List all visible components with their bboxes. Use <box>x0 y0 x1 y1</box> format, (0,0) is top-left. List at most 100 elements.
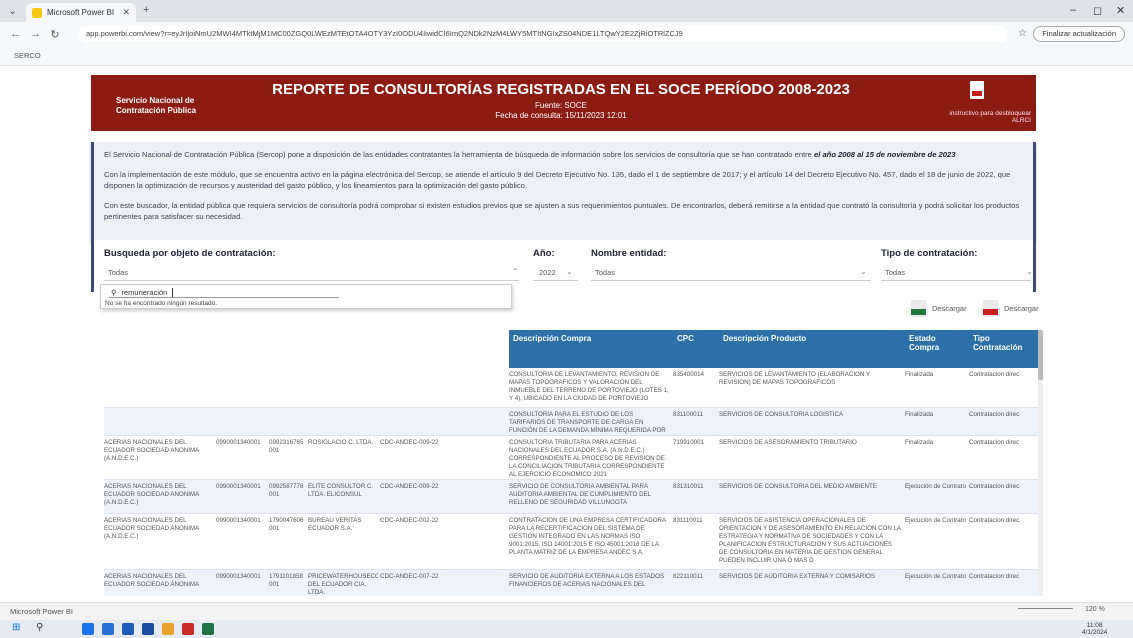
cell-producto: SERVICIOS DE CONSULTORIA DEL MEDIO AMBIE… <box>719 483 877 490</box>
table-row[interactable]: ACERIAS NACIONALES DEL ECUADOR SOCIEDAD … <box>104 570 1040 596</box>
chevron-down-icon[interactable]: ⌄ <box>566 267 573 276</box>
dropdown-search-input[interactable]: remuneración <box>122 288 168 297</box>
bookmark-item[interactable]: SERCO <box>14 51 41 60</box>
cell-tipo: Contratacion direc <box>969 483 1020 490</box>
col-cpc[interactable]: CPC <box>673 330 719 368</box>
back-icon[interactable]: ← <box>10 28 21 40</box>
info-paragraph-3: Con este buscador, la entidad pública qu… <box>104 200 1020 222</box>
taskbar-clock[interactable]: 11:08 4/1/2024 <box>1082 622 1107 636</box>
cell-cpc: 831100011 <box>673 411 704 418</box>
zoom-slider[interactable] <box>1018 608 1073 609</box>
col-descripcion-producto[interactable]: Descripción Producto <box>719 330 905 368</box>
cell-entidad: ACERIAS NACIONALES DEL ECUADOR SOCIEDAD … <box>104 517 199 540</box>
table-header: Descripción Compra CPC Descripción Produ… <box>104 330 1040 368</box>
cell-codigo: CDC-ANDEC-009-22 <box>380 439 439 446</box>
maximize-icon[interactable]: ◻ <box>1093 4 1102 17</box>
chrome-app-icon[interactable] <box>162 623 174 635</box>
cell-ruc_prov: 1791101858 001 <box>269 573 303 588</box>
cell-ruc_prov: 0992587778 001 <box>269 483 304 498</box>
cell-producto: SERVICIOS DE CONSULTORIA LOGISTICA <box>719 411 844 418</box>
cell-entidad <box>104 371 212 407</box>
reload-icon[interactable]: ↻ <box>50 28 60 41</box>
cell-desc: SERVICIO DE AUDITORIA EXTERNA A LOS ESTA… <box>509 573 665 588</box>
cell-ruc <box>216 371 266 407</box>
objeto-filter-label: Busqueda por objeto de contratación: <box>104 248 276 259</box>
chevron-up-icon[interactable]: ⌃ <box>512 267 519 276</box>
table-row[interactable]: ACERIAS NACIONALES DEL ECUADOR SOCIEDAD … <box>104 436 1040 480</box>
cell-ruc <box>216 411 266 435</box>
cell-cpc: 835400014 <box>673 371 704 378</box>
col-estado-compra[interactable]: Estado Compra <box>905 330 969 368</box>
cell-desc: SERVICIO DE CONSULTORIA AMBIENTAL PARA A… <box>509 483 651 506</box>
cell-producto: SERVICIOS DE ASESORAMIENTO TRIBUTARIO <box>719 439 857 446</box>
outlook-app-icon[interactable] <box>142 623 154 635</box>
no-results-message: No se ha encontrado ningún resultado. <box>105 300 218 307</box>
table-scrollbar[interactable] <box>1038 330 1043 596</box>
chevron-down-icon[interactable]: ⌄ <box>1026 267 1033 276</box>
table-row[interactable]: ACERIAS NACIONALES DEL ECUADOR SOCIEDAD … <box>104 514 1040 570</box>
cell-proveedor <box>308 371 378 407</box>
cell-ruc: 0990001340001 <box>216 439 261 446</box>
close-window-icon[interactable]: ✕ <box>1116 4 1125 17</box>
col-descripcion-compra[interactable]: Descripción Compra <box>509 330 673 368</box>
cell-tipo: Contratacion direc <box>969 517 1020 524</box>
forward-icon[interactable]: → <box>30 28 41 40</box>
download-pdf-button[interactable]: Descargar <box>983 300 1039 317</box>
browser-tab[interactable]: Microsoft Power BI ✕ <box>26 3 136 22</box>
cell-tipo: Contratacion direc <box>969 371 1020 378</box>
tipo-filter-underline <box>881 280 1031 281</box>
edge-app-icon[interactable] <box>82 623 94 635</box>
bookmark-star-icon[interactable]: ☆ <box>1018 28 1027 39</box>
powerbi-link[interactable]: Microsoft Power BI <box>10 607 73 616</box>
windows-start-icon[interactable]: ⊞ <box>12 622 20 633</box>
update-button[interactable]: Finalizar actualización <box>1033 26 1125 42</box>
windows-taskbar: ⊞ ⚲ 11:08 4/1/2024 <box>0 620 1133 638</box>
tipo-filter-value[interactable]: Todas <box>885 268 905 277</box>
col-tipo-contratacion[interactable]: Tipo Contratación <box>969 330 1040 368</box>
chevron-down-icon[interactable]: ⌄ <box>860 267 867 276</box>
cell-cpc: 822110011 <box>673 573 704 580</box>
anio-filter-value[interactable]: 2022 <box>539 268 556 277</box>
cell-proveedor: ROSIGLACIO C. LTDA. <box>308 439 374 446</box>
table-row[interactable]: ACERIAS NACIONALES DEL ECUADOR SOCIEDAD … <box>104 480 1040 514</box>
tab-title: Microsoft Power BI <box>47 8 115 17</box>
tab-list-icon[interactable]: ⌄ <box>8 4 17 17</box>
cell-codigo: CDC-ANDEC-007-22 <box>380 573 439 580</box>
store-app-icon[interactable] <box>102 623 114 635</box>
report-source: Fuente: SOCE <box>534 101 588 110</box>
cell-cpc: 719910001 <box>673 439 704 446</box>
download-excel-button[interactable]: Descargar <box>911 300 967 317</box>
info-box: El Servicio Nacional de Contratación Púb… <box>91 142 1036 240</box>
report-canvas: Servicio Nacional de Contratación Públic… <box>0 66 1133 602</box>
search-taskbar-icon[interactable]: ⚲ <box>36 622 43 633</box>
cell-codigo: CDC-ANDEC-002-22 <box>380 517 439 524</box>
search-underline <box>109 297 339 298</box>
objeto-filter-underline <box>104 280 519 281</box>
objeto-dropdown: ⚲ remuneración No se ha encontrado ningú… <box>100 284 512 309</box>
word-app-icon[interactable] <box>122 623 134 635</box>
cell-estado: Finalizada <box>905 439 934 446</box>
info-paragraph-2: Con la implementación de este módulo, qu… <box>104 169 1011 191</box>
powerbi-status-bar: Microsoft Power BI 120 % <box>0 602 1133 620</box>
cell-codigo <box>380 411 440 435</box>
instructions-link[interactable]: instructivo para desbloquear ALRCI <box>939 110 1031 124</box>
url-input[interactable]: app.powerbi.com/view?r=eyJrIjoiNmU2MWI4M… <box>78 26 1008 42</box>
minimize-icon[interactable]: – <box>1070 4 1076 16</box>
cell-ruc: 0990001340001 <box>216 517 261 524</box>
new-tab-icon[interactable]: + <box>143 4 149 16</box>
objeto-filter-value[interactable]: Todas <box>108 268 128 277</box>
pdf-icon[interactable] <box>970 81 984 99</box>
zoom-level: 120 % <box>1085 606 1105 613</box>
scrollbar-thumb[interactable] <box>1038 330 1043 380</box>
acrobat-app-icon[interactable] <box>182 623 194 635</box>
excel-app-icon[interactable] <box>202 623 214 635</box>
table-row[interactable]: CONSULTORIA DE LEVANTAMIENTO, REVISION D… <box>104 368 1040 408</box>
entidad-filter-underline <box>591 280 871 281</box>
browser-tab-bar: ⌄ Microsoft Power BI ✕ + – ◻ ✕ <box>0 0 1133 22</box>
cell-producto: SERVICIOS DE ASISTENCIA OPERACIONALES DE… <box>719 517 901 564</box>
cell-ruc_prov <box>269 371 307 407</box>
entidad-filter-value[interactable]: Todas <box>595 268 615 277</box>
close-tab-icon[interactable]: ✕ <box>122 7 130 18</box>
cell-estado: Finalizada <box>905 371 934 378</box>
table-row[interactable]: CONSULTORIA PARA EL ESTUDIO DE LOS TARIF… <box>104 408 1040 436</box>
